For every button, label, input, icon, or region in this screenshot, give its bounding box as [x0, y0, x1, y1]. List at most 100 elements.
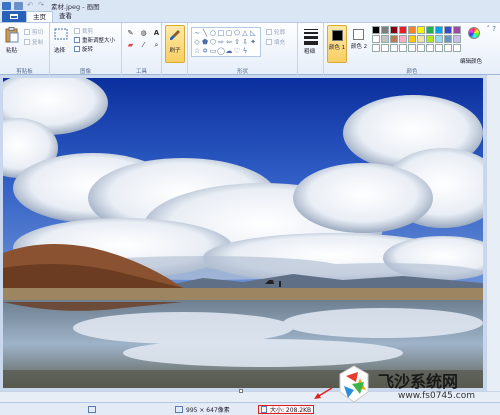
rectangle-icon[interactable]: □: [217, 29, 225, 38]
palette-swatch[interactable]: [372, 44, 380, 52]
lightning-icon[interactable]: ϟ: [241, 47, 249, 56]
edit-colors-button[interactable]: 编辑颜色: [460, 27, 484, 65]
color-picker-icon[interactable]: ⁄: [139, 41, 148, 50]
clipboard-group: 粘贴 剪切 复制 剪贴板: [0, 23, 50, 76]
callout-rect-icon[interactable]: ▭: [209, 47, 217, 56]
palette-swatch[interactable]: [426, 26, 434, 34]
pencil-icon[interactable]: ✎: [126, 29, 135, 38]
outline-dropdown[interactable]: 轮廓: [266, 27, 285, 36]
undo-icon[interactable]: ↶: [26, 2, 34, 9]
cut-button[interactable]: 剪切: [24, 27, 43, 36]
palette-swatch[interactable]: [372, 35, 380, 43]
palette-swatch[interactable]: [444, 44, 452, 52]
palette-swatch[interactable]: [435, 44, 443, 52]
star4-icon[interactable]: ✦: [249, 38, 257, 47]
eraser-icon[interactable]: ▰: [126, 41, 135, 50]
polygon-icon[interactable]: ⬠: [233, 29, 241, 38]
right-triangle-icon[interactable]: ◺: [249, 29, 257, 38]
oval-icon[interactable]: ○: [209, 29, 217, 38]
paste-icon[interactable]: [5, 27, 19, 43]
size-group: 粗细: [298, 23, 324, 76]
palette-swatch[interactable]: [381, 44, 389, 52]
color1-button[interactable]: 颜色 1: [327, 25, 347, 63]
palette-swatch[interactable]: [408, 35, 416, 43]
triangle-icon[interactable]: △: [241, 29, 249, 38]
callout-oval-icon[interactable]: ◯: [217, 47, 225, 56]
arrow-right-icon[interactable]: ⇨: [217, 38, 225, 47]
dimensions-icon: [175, 406, 183, 413]
curve-icon[interactable]: ∼: [193, 29, 201, 38]
vertical-scrollbar[interactable]: [486, 75, 500, 391]
size-icon[interactable]: [304, 29, 318, 45]
rounded-rect-icon[interactable]: ▢: [225, 29, 233, 38]
crop-label: 裁剪: [82, 28, 94, 35]
text-icon[interactable]: A: [152, 29, 161, 38]
palette-swatch[interactable]: [399, 35, 407, 43]
palette-swatch[interactable]: [399, 26, 407, 34]
cursor-position: [88, 405, 99, 414]
tab-home[interactable]: 主页: [26, 11, 53, 22]
pentagon-icon[interactable]: ⬟: [201, 38, 209, 47]
palette-swatch[interactable]: [390, 26, 398, 34]
select-icon[interactable]: [54, 27, 68, 43]
magnifier-icon[interactable]: ⌕: [152, 41, 161, 50]
select-button[interactable]: 选择: [54, 46, 65, 54]
paint-app-icon[interactable]: [2, 1, 11, 10]
brushes-button[interactable]: 刷子: [165, 25, 185, 63]
palette-swatch[interactable]: [453, 35, 461, 43]
colors-group-label: 颜色: [406, 69, 418, 75]
palette-swatch[interactable]: [426, 35, 434, 43]
callout-cloud-icon[interactable]: ☁: [225, 47, 233, 56]
tab-view[interactable]: 查看: [53, 11, 78, 22]
palette-swatch[interactable]: [426, 44, 434, 52]
rotate-icon: [74, 45, 80, 52]
canvas-image[interactable]: [3, 78, 483, 388]
color2-label: 颜色 2: [350, 44, 368, 50]
palette-swatch[interactable]: [372, 26, 380, 34]
palette-swatch[interactable]: [435, 26, 443, 34]
palette-swatch[interactable]: [381, 26, 389, 34]
palette-swatch[interactable]: [417, 26, 425, 34]
file-size: 大小: 208.2KB: [258, 405, 315, 414]
color2-button[interactable]: 颜色 2: [350, 25, 368, 63]
palette-swatch[interactable]: [390, 35, 398, 43]
palette-swatch[interactable]: [417, 44, 425, 52]
palette-swatch[interactable]: [444, 35, 452, 43]
diamond-icon[interactable]: ◇: [193, 38, 201, 47]
palette-swatch[interactable]: [399, 44, 407, 52]
palette-swatch[interactable]: [453, 44, 461, 52]
rotate-button[interactable]: 旋转: [74, 44, 93, 53]
star6-icon[interactable]: ✡: [201, 47, 209, 56]
palette-swatch[interactable]: [408, 44, 416, 52]
palette-swatch[interactable]: [381, 35, 389, 43]
arrow-down-icon[interactable]: ⇩: [241, 38, 249, 47]
fill-dropdown[interactable]: 填充: [266, 37, 285, 46]
palette-swatch[interactable]: [408, 26, 416, 34]
size-button[interactable]: 粗细: [304, 47, 315, 55]
palette-swatch[interactable]: [435, 35, 443, 43]
palette-swatch[interactable]: [417, 35, 425, 43]
resize-button[interactable]: 重新调整大小: [74, 35, 115, 44]
arrow-left-icon[interactable]: ⇦: [225, 38, 233, 47]
brushes-label: 刷子: [169, 48, 181, 54]
arrow-up-icon[interactable]: ⇧: [233, 38, 241, 47]
palette-swatch[interactable]: [390, 44, 398, 52]
fill-icon[interactable]: ◍: [139, 29, 148, 38]
save-icon[interactable]: [14, 1, 23, 10]
copy-button[interactable]: 复制: [24, 37, 43, 46]
edit-colors-label: 编辑颜色: [459, 59, 482, 65]
file-menu-button[interactable]: [2, 11, 26, 22]
hexagon-icon[interactable]: ⬡: [209, 38, 217, 47]
line-icon[interactable]: ╲: [201, 29, 209, 38]
palette-swatch[interactable]: [453, 26, 461, 34]
paste-button[interactable]: 粘贴: [6, 46, 17, 54]
colors-group: 颜色 1 颜色 2 编辑颜色 颜色: [324, 23, 500, 76]
rotate-label: 旋转: [82, 46, 94, 53]
canvas-resize-handle[interactable]: [239, 389, 243, 393]
heart-icon[interactable]: ♡: [233, 47, 241, 56]
crop-button[interactable]: 裁剪: [74, 26, 93, 35]
watermark-name: 飞沙系统网: [378, 372, 459, 391]
star5-icon[interactable]: ☆: [193, 47, 201, 56]
redo-icon[interactable]: ↷: [37, 2, 45, 9]
palette-swatch[interactable]: [444, 26, 452, 34]
